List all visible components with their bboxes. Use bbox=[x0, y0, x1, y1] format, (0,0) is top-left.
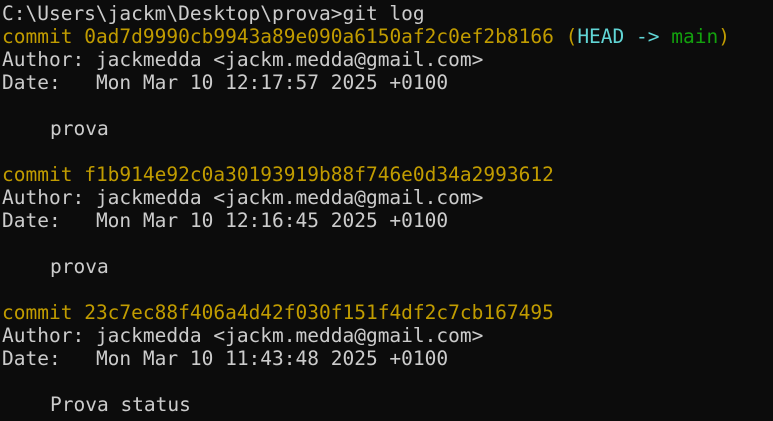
commit-message: prova bbox=[50, 117, 109, 140]
branch-ref: main bbox=[671, 25, 719, 48]
commit-hash: 23c7ec88f406a4d42f030f151f4df2c7cb167495 bbox=[84, 301, 554, 324]
ref-open: ( bbox=[565, 25, 578, 48]
commit-line: commit f1b914e92c0a30193919b88f746e0d34a… bbox=[2, 163, 773, 186]
ref-arrow: -> bbox=[636, 25, 660, 48]
author-label: Author: bbox=[2, 48, 85, 71]
commit-label: commit bbox=[2, 301, 73, 324]
commit-label: commit bbox=[2, 25, 73, 48]
author-line: Author: jackmedda <jackm.medda@gmail.com… bbox=[2, 186, 773, 209]
author-label: Author: bbox=[2, 324, 85, 347]
commit-hash: 0ad7d9990cb9943a89e090a6150af2c0ef2b8166 bbox=[84, 25, 554, 48]
ref-close: ) bbox=[718, 25, 730, 48]
commit-message: Prova status bbox=[50, 393, 191, 416]
date-value: Mon Mar 10 12:16:45 2025 +0100 bbox=[95, 209, 449, 232]
author-label: Author: bbox=[2, 186, 85, 209]
date-value: Mon Mar 10 11:43:48 2025 +0100 bbox=[95, 347, 449, 370]
prompt-line: C:\Users\jackm\Desktop\prova>git log bbox=[2, 2, 773, 25]
head-ref: HEAD bbox=[577, 25, 625, 48]
prompt-path: C:\Users\jackm\Desktop\prova> bbox=[2, 2, 343, 25]
date-value: Mon Mar 10 12:17:57 2025 +0100 bbox=[95, 71, 449, 94]
author-value: jackmedda <jackm.medda@gmail.com> bbox=[95, 186, 484, 209]
commit-hash: f1b914e92c0a30193919b88f746e0d34a2993612 bbox=[84, 163, 554, 186]
author-line: Author: jackmedda <jackm.medda@gmail.com… bbox=[2, 324, 773, 347]
author-line: Author: jackmedda <jackm.medda@gmail.com… bbox=[2, 48, 773, 71]
date-line: Date: Mon Mar 10 12:17:57 2025 +0100 bbox=[2, 71, 773, 94]
command-text: git log bbox=[342, 2, 425, 25]
commit-message: prova bbox=[50, 255, 109, 278]
date-line: Date: Mon Mar 10 11:43:48 2025 +0100 bbox=[2, 347, 773, 370]
commit-label: commit bbox=[2, 163, 73, 186]
terminal-window[interactable]: C:\Users\jackm\Desktop\prova>git log com… bbox=[0, 0, 773, 421]
date-label: Date: bbox=[2, 347, 61, 370]
author-value: jackmedda <jackm.medda@gmail.com> bbox=[95, 48, 484, 71]
commit-line: commit 0ad7d9990cb9943a89e090a6150af2c0e… bbox=[2, 25, 773, 48]
author-value: jackmedda <jackm.medda@gmail.com> bbox=[95, 324, 484, 347]
date-line: Date: Mon Mar 10 12:16:45 2025 +0100 bbox=[2, 209, 773, 232]
date-label: Date: bbox=[2, 209, 61, 232]
date-label: Date: bbox=[2, 71, 61, 94]
commit-line: commit 23c7ec88f406a4d42f030f151f4df2c7c… bbox=[2, 301, 773, 324]
